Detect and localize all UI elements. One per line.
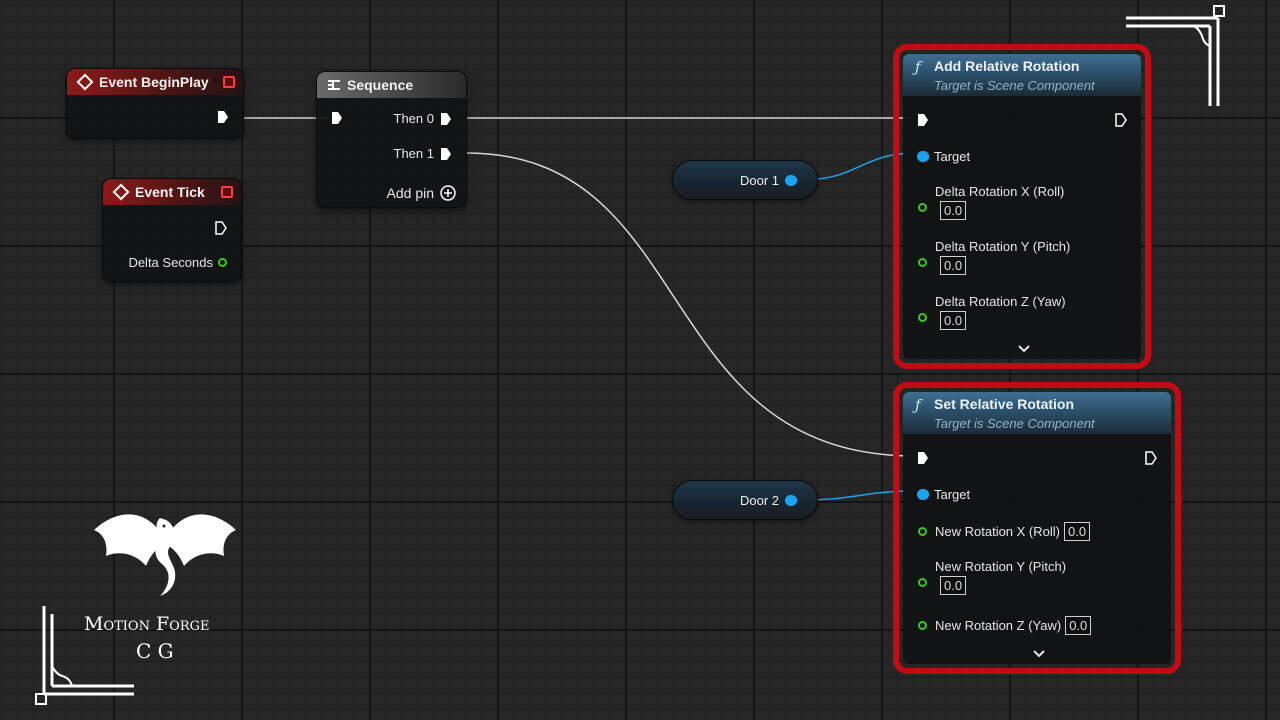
exec-out-pin[interactable] xyxy=(1115,113,1127,127)
brand-suffix: C G xyxy=(136,639,174,663)
event-beginplay-node[interactable]: Event BeginPlay xyxy=(67,69,243,138)
exec-out-pin[interactable] xyxy=(217,110,229,124)
delta-rotation-x-input[interactable]: 0.0 xyxy=(940,201,967,220)
new-rotation-y-pin[interactable] xyxy=(918,578,927,587)
then1-pin[interactable] xyxy=(440,147,452,161)
delta-seconds-label: Delta Seconds xyxy=(128,255,213,270)
sequence-node[interactable]: Sequence Then 0 Then 1 Add pin xyxy=(317,72,466,207)
delta-rotation-x-pin[interactable] xyxy=(918,203,927,212)
event-icon xyxy=(76,73,94,91)
delta-rotation-z-pin[interactable] xyxy=(918,313,927,322)
add-relative-rotation-node[interactable]: ƒ Add Relative Rotation Target is Scene … xyxy=(903,54,1141,359)
chevron-down-icon[interactable] xyxy=(1032,649,1046,659)
delegate-pin-icon[interactable] xyxy=(221,186,233,198)
exec-out-pin[interactable] xyxy=(215,221,227,235)
delta-rotation-z-input[interactable]: 0.0 xyxy=(940,311,967,330)
door1-label: Door 1 xyxy=(739,172,779,188)
exec-in-pin[interactable] xyxy=(917,451,929,465)
event-tick-header[interactable]: Event Tick xyxy=(103,179,241,205)
delta-rotation-y-pin[interactable] xyxy=(918,258,927,267)
event-icon xyxy=(112,183,130,201)
delta-rotation-y-label: Delta Rotation Y (Pitch) xyxy=(935,239,1071,254)
add-relative-rotation-header[interactable]: ƒ Add Relative Rotation Target is Scene … xyxy=(903,54,1141,96)
door1-variable-node[interactable]: Door 1 xyxy=(673,161,817,199)
function-icon: ƒ xyxy=(915,396,921,414)
delta-rotation-x-label: Delta Rotation X (Roll) xyxy=(935,184,1065,199)
target-label: Target xyxy=(934,487,971,502)
target-pin[interactable] xyxy=(917,489,929,500)
then0-pin[interactable] xyxy=(440,112,452,126)
exec-in-pin[interactable] xyxy=(331,111,343,125)
new-rotation-z-label: New Rotation Z (Yaw) xyxy=(935,618,1062,633)
door2-variable-node[interactable]: Door 2 xyxy=(673,481,817,519)
corner-frame-top-right xyxy=(1126,5,1225,106)
door2-label: Door 2 xyxy=(739,492,779,508)
event-beginplay-title: Event BeginPlay xyxy=(99,74,209,90)
delegate-pin-icon[interactable] xyxy=(223,76,235,88)
target-label: Target xyxy=(934,149,971,164)
function-icon: ƒ xyxy=(915,58,921,76)
target-pin[interactable] xyxy=(917,151,929,162)
then0-label: Then 0 xyxy=(393,111,434,126)
add-relative-rotation-subtitle: Target is Scene Component xyxy=(934,78,1095,93)
set-relative-rotation-highlight: ƒ Set Relative Rotation Target is Scene … xyxy=(893,382,1181,674)
new-rotation-y-label: New Rotation Y (Pitch) xyxy=(935,559,1067,574)
set-relative-rotation-title: Set Relative Rotation xyxy=(934,396,1075,412)
exec-out-pin[interactable] xyxy=(1145,451,1157,465)
sequence-header[interactable]: Sequence xyxy=(317,72,466,98)
door1-out-pin[interactable] xyxy=(785,174,797,186)
new-rotation-y-input[interactable]: 0.0 xyxy=(940,576,967,595)
new-rotation-x-label: New Rotation X (Roll) xyxy=(935,524,1060,539)
add-pin-label: Add pin xyxy=(386,185,434,201)
add-relative-rotation-highlight: ƒ Add Relative Rotation Target is Scene … xyxy=(893,44,1151,369)
add-icon xyxy=(440,185,456,201)
add-pin-button[interactable]: Add pin xyxy=(387,185,456,201)
sequence-icon xyxy=(328,80,340,90)
add-relative-rotation-title: Add Relative Rotation xyxy=(934,58,1080,74)
exec-in-pin[interactable] xyxy=(917,113,929,127)
event-tick-title: Event Tick xyxy=(135,184,205,200)
brand-name: Motion Forge xyxy=(84,613,210,635)
delta-rotation-z-label: Delta Rotation Z (Yaw) xyxy=(935,294,1066,309)
event-beginplay-header[interactable]: Event BeginPlay xyxy=(67,69,243,95)
new-rotation-x-pin[interactable] xyxy=(918,527,927,536)
set-relative-rotation-node[interactable]: ƒ Set Relative Rotation Target is Scene … xyxy=(903,392,1171,664)
new-rotation-x-input[interactable]: 0.0 xyxy=(1064,522,1091,541)
new-rotation-z-input[interactable]: 0.0 xyxy=(1065,616,1092,635)
door2-out-pin[interactable] xyxy=(785,494,797,506)
new-rotation-z-pin[interactable] xyxy=(918,621,927,630)
delta-rotation-y-input[interactable]: 0.0 xyxy=(940,256,967,275)
sequence-title: Sequence xyxy=(347,77,414,93)
chevron-down-icon[interactable] xyxy=(1017,344,1031,354)
event-tick-node[interactable]: Event Tick Delta Seconds xyxy=(103,179,241,281)
dragon-logo xyxy=(94,514,236,596)
set-relative-rotation-header[interactable]: ƒ Set Relative Rotation Target is Scene … xyxy=(903,392,1171,434)
set-relative-rotation-subtitle: Target is Scene Component xyxy=(934,416,1095,431)
then1-label: Then 1 xyxy=(393,146,434,161)
delta-seconds-pin[interactable] xyxy=(218,258,227,267)
